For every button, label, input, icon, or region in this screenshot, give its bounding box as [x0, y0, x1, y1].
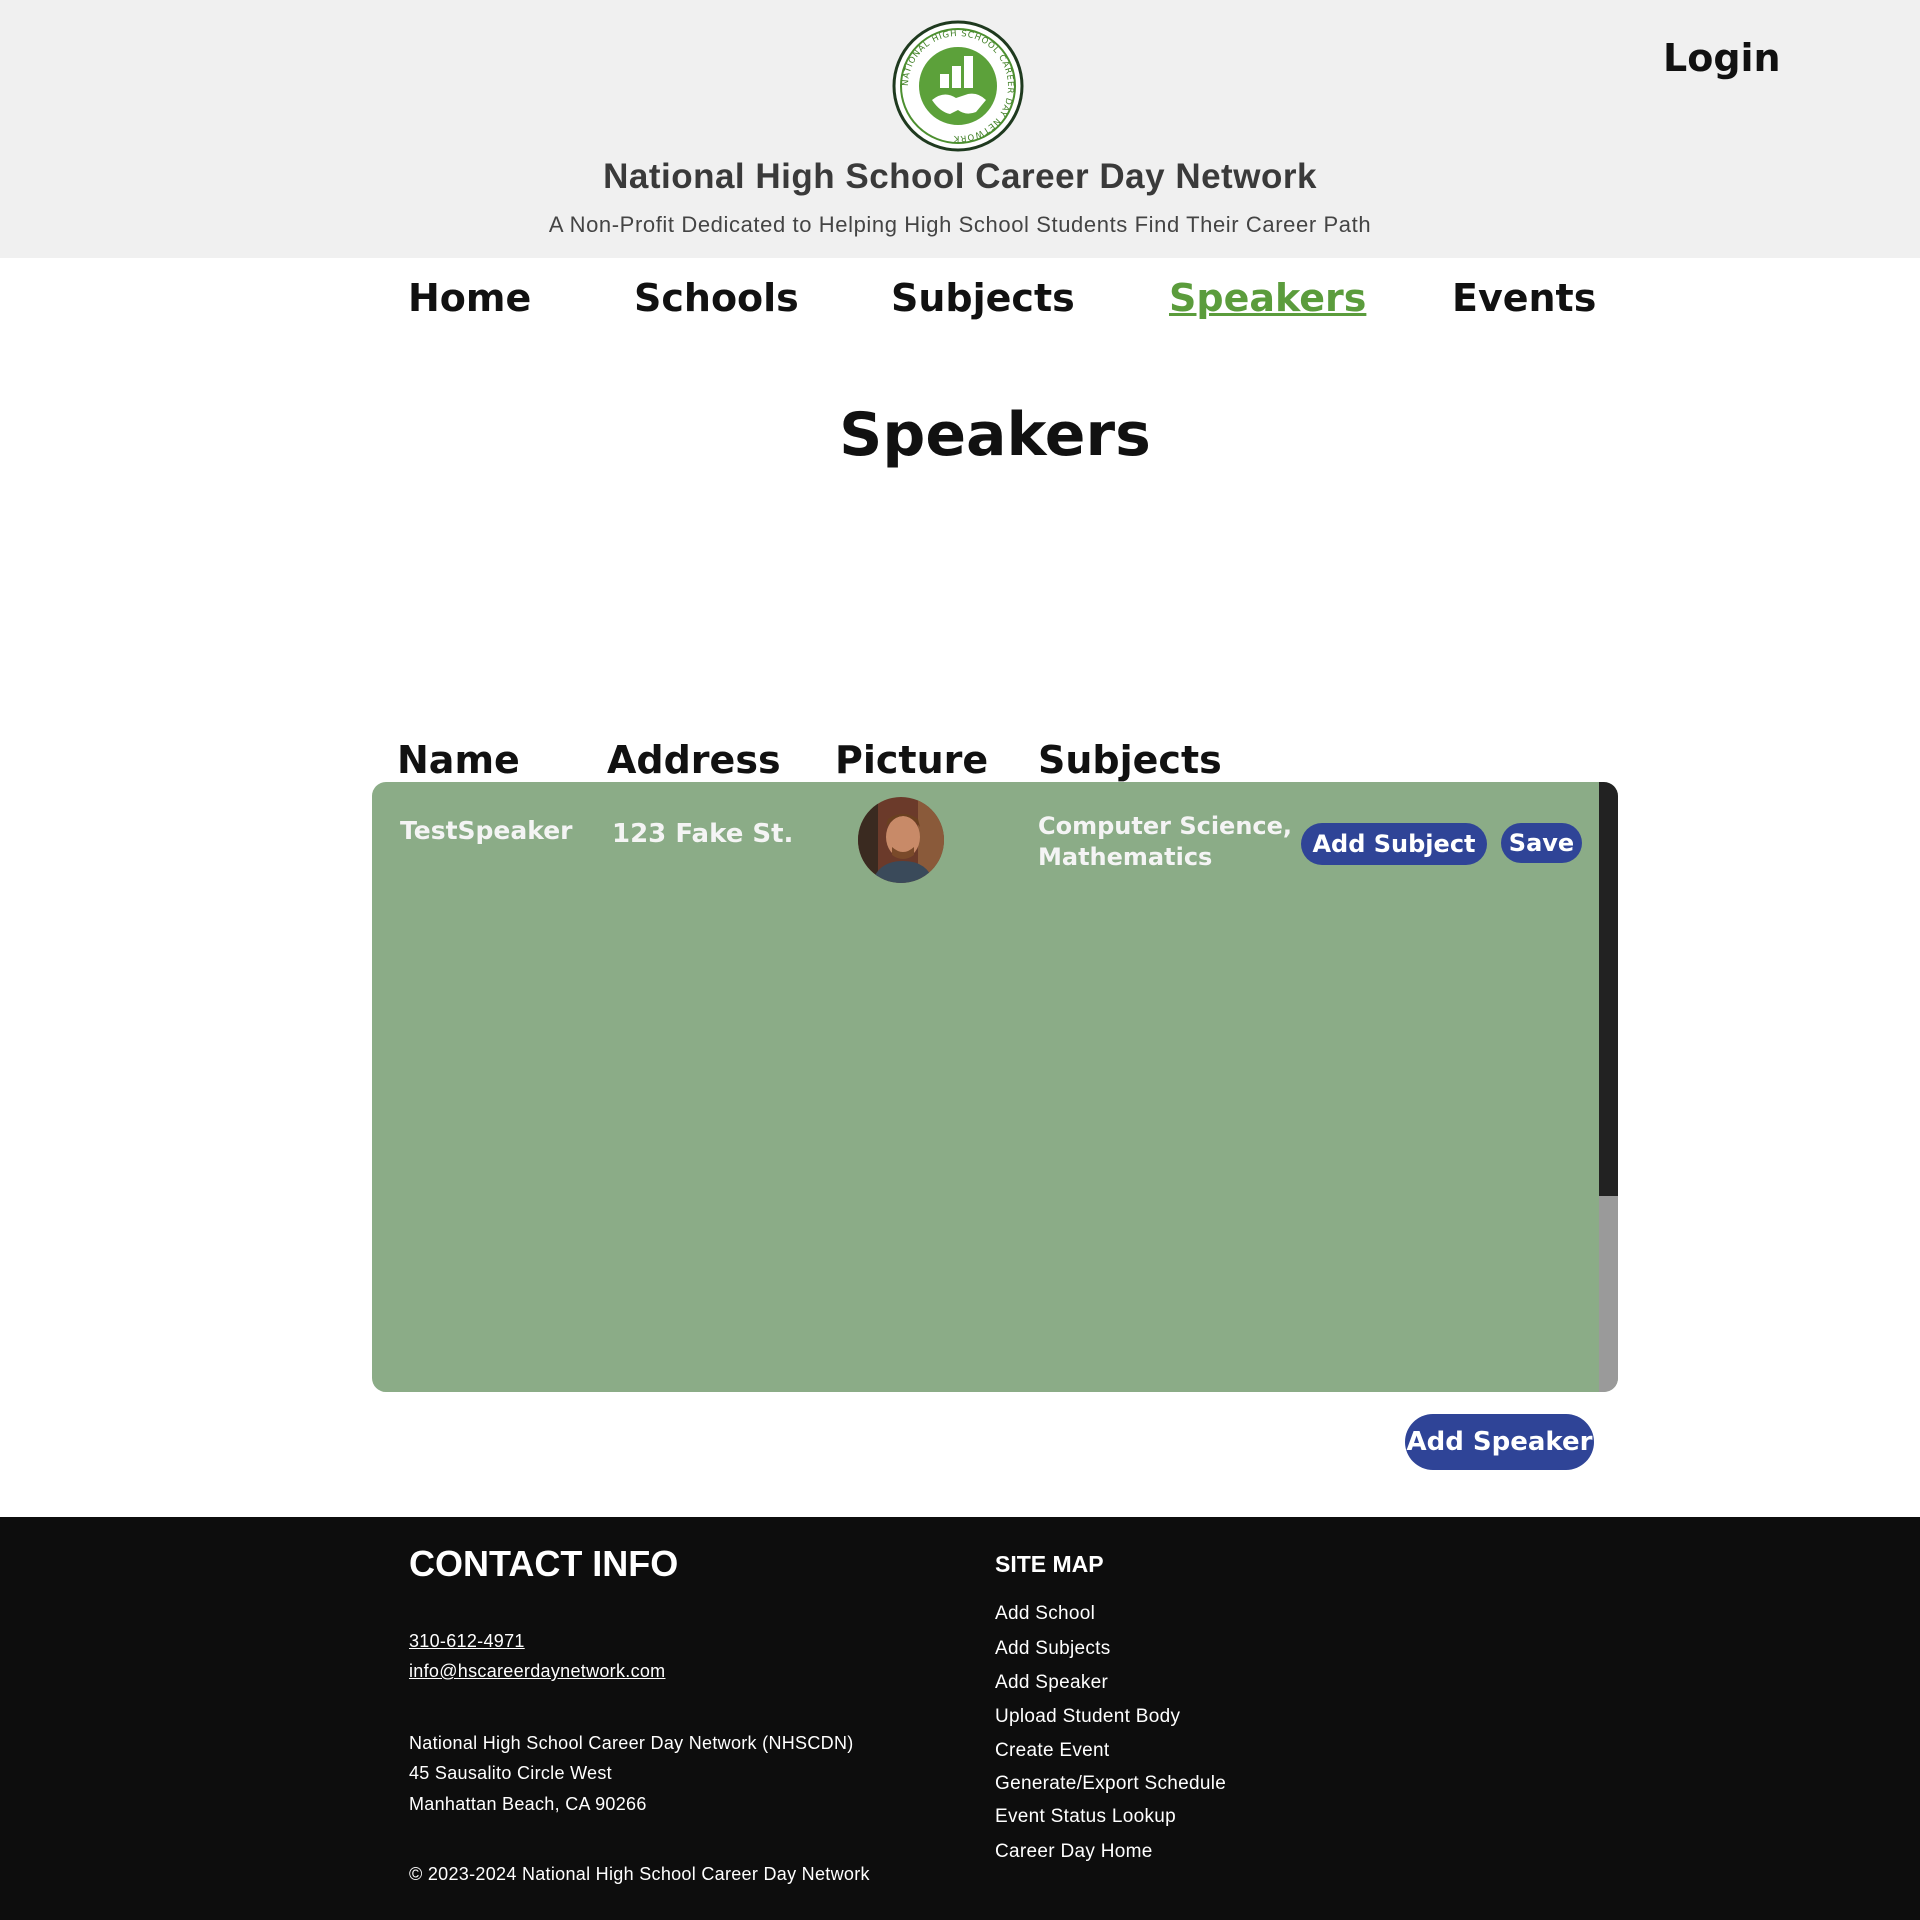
phone-link[interactable]: 310-612-4971	[409, 1631, 525, 1652]
speaker-name: TestSpeaker	[400, 816, 573, 845]
address-line-1: 45 Sausalito Circle West	[409, 1763, 612, 1783]
subject-item: Computer Science,	[1038, 812, 1293, 840]
add-subject-button[interactable]: Add Subject	[1301, 823, 1487, 865]
nav-speakers[interactable]: Speakers	[1169, 276, 1366, 320]
address-line-2: Manhattan Beach, CA 90266	[409, 1794, 647, 1814]
page-title: Speakers	[839, 400, 1151, 470]
sitemap-create-event[interactable]: Create Event	[995, 1740, 1110, 1762]
sitemap-add-speaker[interactable]: Add Speaker	[995, 1672, 1108, 1694]
add-speaker-button[interactable]: Add Speaker	[1405, 1414, 1594, 1470]
nav-events[interactable]: Events	[1452, 276, 1596, 320]
sitemap-add-school[interactable]: Add School	[995, 1603, 1095, 1625]
contact-info-heading: CONTACT INFO	[409, 1543, 679, 1584]
scrollbar-thumb[interactable]	[1599, 782, 1618, 1196]
speaker-subjects: Computer Science, Mathematics	[1038, 811, 1292, 873]
site-tagline: A Non-Profit Dedicated to Helping High S…	[548, 212, 1372, 237]
site-title: National High School Career Day Network	[603, 157, 1317, 196]
column-header-name: Name	[397, 738, 520, 782]
subject-item: Mathematics	[1038, 843, 1213, 871]
site-footer: CONTACT INFO 310-612-4971 info@hscareerd…	[0, 1517, 1920, 1920]
copyright: © 2023-2024 National High School Career …	[409, 1864, 870, 1884]
login-link[interactable]: Login	[1663, 36, 1781, 80]
save-button[interactable]: Save	[1501, 823, 1582, 863]
email-link[interactable]: info@hscareerdaynetwork.com	[409, 1661, 665, 1682]
site-header: NATIONAL HIGH SCHOOL CAREER DAY NETWORK …	[0, 0, 1920, 258]
org-name: National High School Career Day Network …	[409, 1733, 854, 1753]
site-logo[interactable]: NATIONAL HIGH SCHOOL CAREER DAY NETWORK	[892, 20, 1024, 152]
sitemap-add-subjects[interactable]: Add Subjects	[995, 1638, 1111, 1660]
speaker-avatar	[858, 797, 944, 883]
speakers-table[interactable]	[372, 782, 1618, 1392]
column-header-subjects: Subjects	[1038, 738, 1222, 782]
nav-subjects[interactable]: Subjects	[891, 276, 1075, 320]
sitemap-event-status-lookup[interactable]: Event Status Lookup	[995, 1806, 1176, 1828]
column-header-address: Address	[607, 738, 781, 782]
site-map-heading: SITE MAP	[995, 1551, 1104, 1577]
nav-home[interactable]: Home	[408, 276, 531, 320]
sitemap-generate-export-schedule[interactable]: Generate/Export Schedule	[995, 1773, 1226, 1795]
nav-schools[interactable]: Schools	[634, 276, 799, 320]
speaker-photo	[858, 797, 944, 883]
column-header-picture: Picture	[835, 738, 989, 782]
sitemap-career-day-home[interactable]: Career Day Home	[995, 1841, 1153, 1863]
speaker-address: 123 Fake St.	[612, 819, 794, 849]
sitemap-upload-student-body[interactable]: Upload Student Body	[995, 1706, 1180, 1728]
